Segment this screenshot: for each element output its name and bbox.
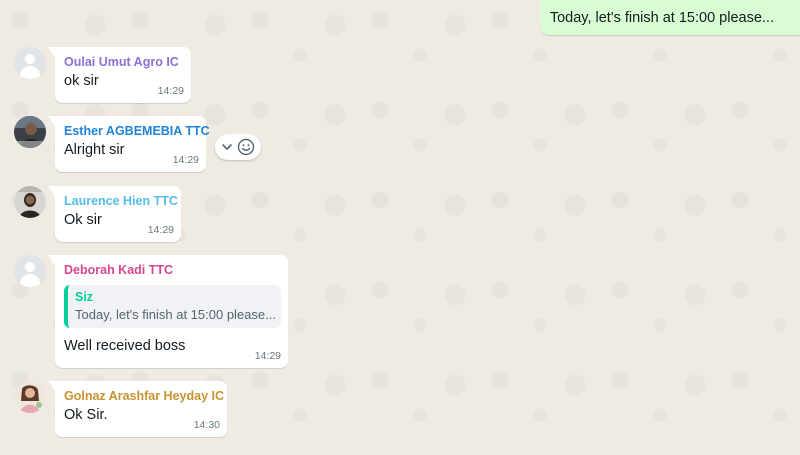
chat-panel: Today, let's finish at 15:00 please... O… <box>0 0 800 455</box>
avatar[interactable] <box>14 186 46 218</box>
message-row: Esther AGBEMEBIA TTC Alright sir 14:29 <box>14 116 210 172</box>
quoted-text: Today, let's finish at 15:00 please... <box>75 307 276 322</box>
emoji-react-icon[interactable] <box>237 138 255 156</box>
quoted-message[interactable]: Siz Today, let's finish at 15:00 please.… <box>64 285 281 328</box>
message-row: Golnaz Arashfar Heyday IC Ok Sir. 14:30 <box>14 381 227 437</box>
sender-name[interactable]: Laurence Hien TTC <box>64 192 178 210</box>
sender-name[interactable]: Golnaz Arashfar Heyday IC <box>64 387 224 405</box>
sender-name[interactable]: Oulai Umut Agro IC <box>64 53 184 71</box>
message-bubble[interactable]: Oulai Umut Agro IC ok sir 14:29 <box>48 47 191 103</box>
chevron-down-icon[interactable] <box>221 141 233 153</box>
default-avatar-icon[interactable] <box>14 47 46 79</box>
message-row: Oulai Umut Agro IC ok sir 14:29 <box>14 47 191 103</box>
message-bubble[interactable]: Deborah Kadi TTC Siz Today, let's finish… <box>48 255 288 368</box>
outgoing-message-bubble[interactable]: Today, let's finish at 15:00 please... <box>540 0 800 35</box>
quoted-author: Siz <box>75 290 94 304</box>
message-bubble[interactable]: Laurence Hien TTC Ok sir 14:29 <box>48 186 181 242</box>
sender-name[interactable]: Deborah Kadi TTC <box>64 261 281 279</box>
profile-photo <box>14 186 46 218</box>
sender-name[interactable]: Esther AGBEMEBIA TTC <box>64 122 210 140</box>
avatar[interactable] <box>14 381 46 413</box>
message-row: Deborah Kadi TTC Siz Today, let's finish… <box>14 255 288 368</box>
outgoing-message-text: Today, let's finish at 15:00 please... <box>549 9 774 26</box>
message-bubble[interactable]: Golnaz Arashfar Heyday IC Ok Sir. 14:30 <box>48 381 227 437</box>
avatar[interactable] <box>14 116 46 148</box>
profile-photo <box>14 116 46 148</box>
message-hover-actions <box>215 134 261 160</box>
message-row: Laurence Hien TTC Ok sir 14:29 <box>14 186 181 242</box>
message-bubble[interactable]: Esther AGBEMEBIA TTC Alright sir 14:29 <box>48 116 210 172</box>
default-avatar-icon[interactable] <box>14 255 46 287</box>
profile-photo <box>14 381 46 413</box>
